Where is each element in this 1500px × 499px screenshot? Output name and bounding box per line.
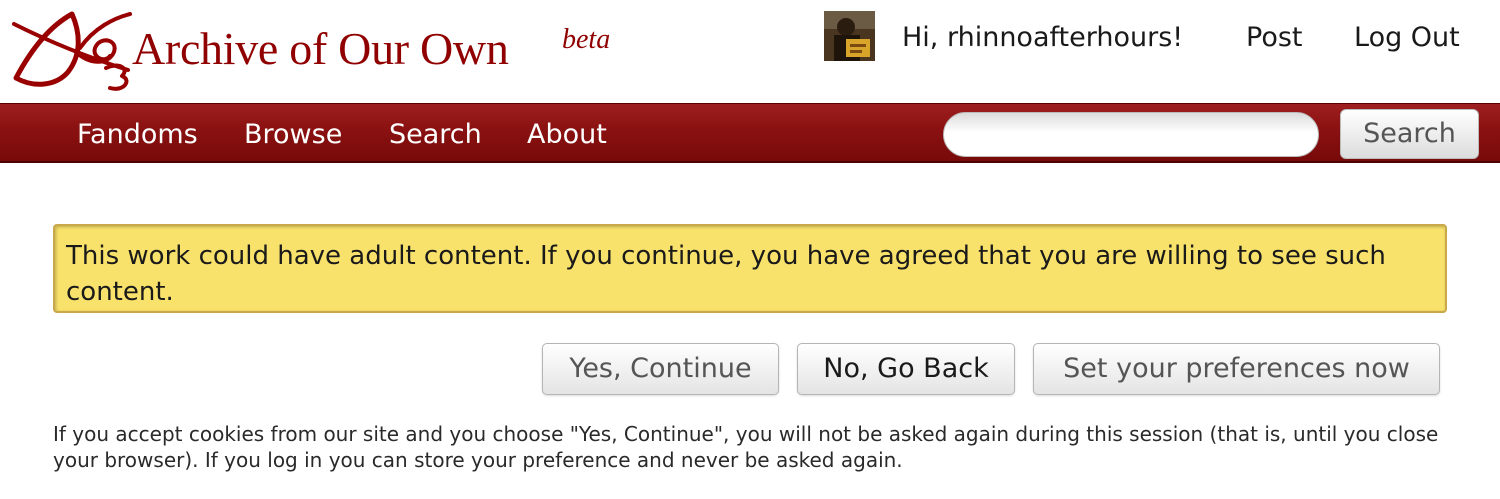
user-greeting[interactable]: Hi, rhinnoafterhours! xyxy=(902,22,1183,53)
nav-item-browse[interactable]: Browse xyxy=(244,119,342,150)
cookie-note: If you accept cookies from our site and … xyxy=(53,422,1439,472)
no-go-back-button[interactable]: No, Go Back xyxy=(797,343,1015,395)
warning-text: This work could have adult content. If y… xyxy=(66,241,1386,307)
post-link[interactable]: Post xyxy=(1246,22,1303,53)
search-input[interactable] xyxy=(943,112,1319,157)
user-avatar[interactable] xyxy=(824,11,875,61)
beta-label: beta xyxy=(562,24,611,55)
primary-navigation: Fandoms Browse Search About Search xyxy=(0,103,1500,163)
nav-item-search[interactable]: Search xyxy=(389,119,482,150)
site-title[interactable]: Archive of Our Own xyxy=(132,22,509,75)
search-button[interactable]: Search xyxy=(1340,109,1479,159)
set-preferences-button[interactable]: Set your preferences now xyxy=(1033,343,1440,395)
yes-continue-button[interactable]: Yes, Continue xyxy=(542,343,779,395)
ao3-logo-icon[interactable] xyxy=(10,8,136,98)
nav-item-about[interactable]: About xyxy=(527,119,607,150)
logout-link[interactable]: Log Out xyxy=(1354,22,1460,53)
nav-item-fandoms[interactable]: Fandoms xyxy=(77,119,198,150)
adult-content-warning: This work could have adult content. If y… xyxy=(53,224,1447,313)
